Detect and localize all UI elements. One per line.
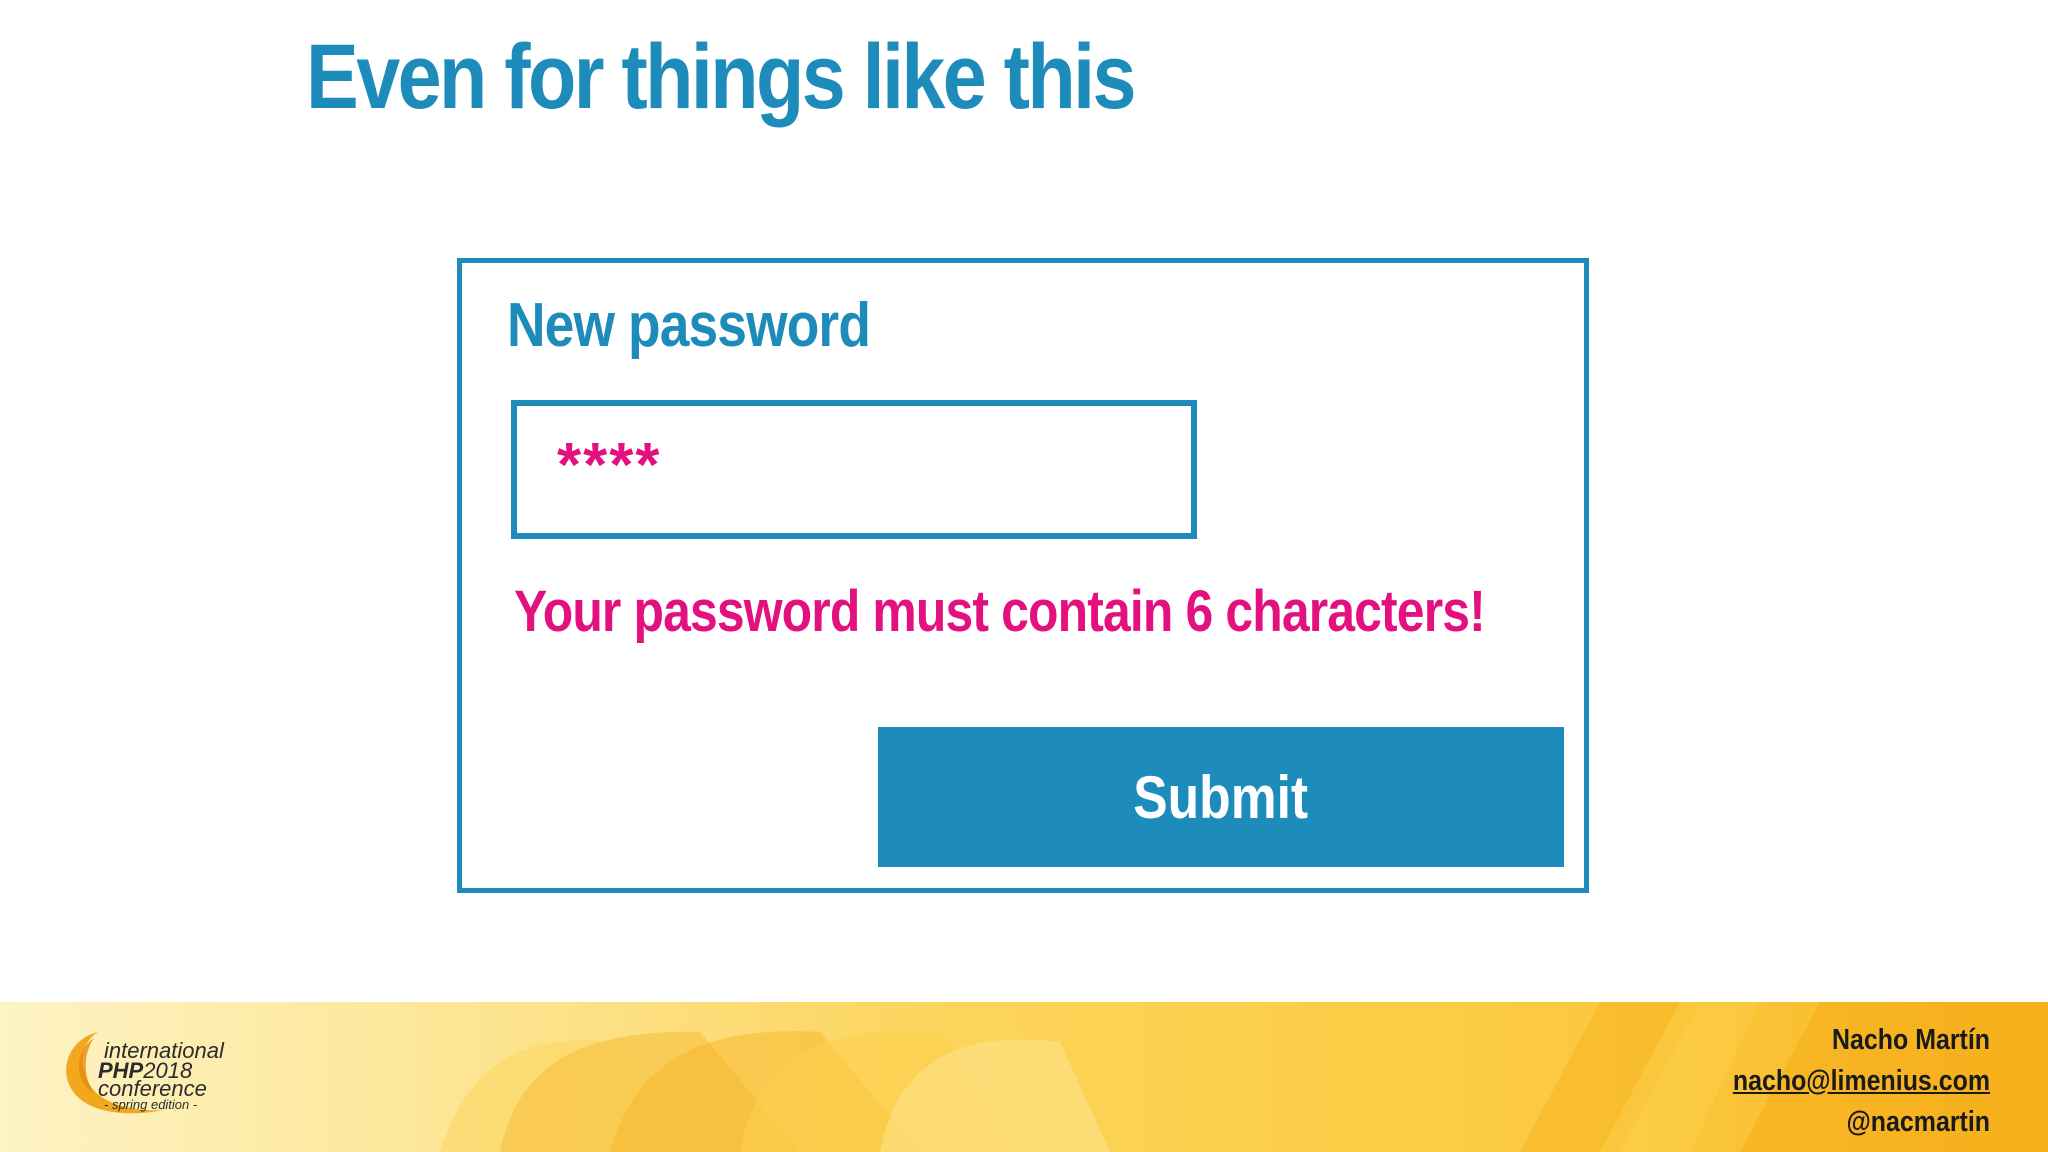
speaker-info: Nacho Martín nacho@limenius.com @nacmart… (1691, 1020, 1990, 1143)
submit-button[interactable]: Submit (878, 727, 1564, 867)
slide-title: Even for things like this (306, 26, 1137, 128)
submit-button-label: Submit (1133, 763, 1309, 831)
logo-line-edition: - spring edition - (104, 1097, 198, 1112)
speaker-handle: @nacmartin (1846, 1106, 1990, 1138)
slide: Even for things like this New password *… (0, 0, 2048, 1152)
speaker-name: Nacho Martín (1832, 1024, 1990, 1056)
password-input[interactable]: **** (511, 400, 1197, 539)
conference-logo: international PHP2018 conference - sprin… (54, 1022, 254, 1122)
password-value: **** (557, 431, 662, 500)
speaker-email-link[interactable]: nacho@limenius.com (1733, 1061, 1990, 1102)
new-password-label: New password (507, 291, 871, 360)
password-error-message: Your password must contain 6 characters! (514, 579, 1486, 644)
